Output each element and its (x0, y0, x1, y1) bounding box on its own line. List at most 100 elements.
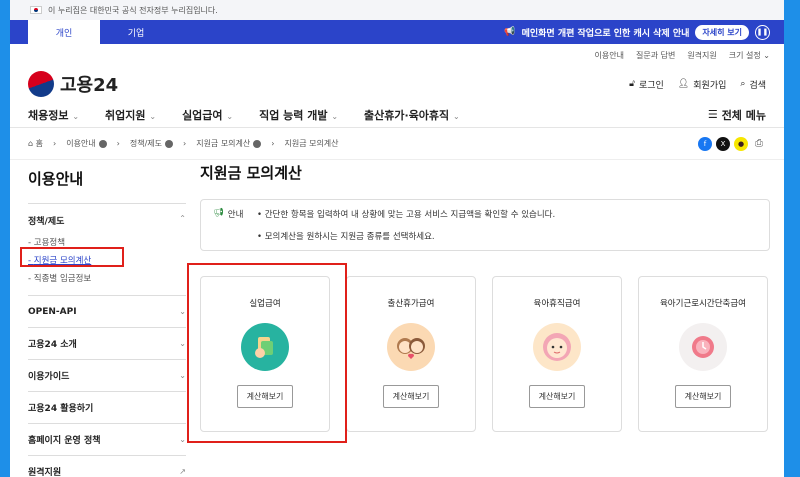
util-size-link[interactable]: 크기 설정 ⌄ (729, 50, 770, 61)
logo-text: 고용24 (60, 75, 119, 96)
site-logo[interactable]: 고용24 (28, 71, 118, 97)
join-button[interactable]: 👤︎ 회원가입 (678, 78, 727, 91)
calculate-button[interactable]: 계산해보기 (528, 385, 586, 408)
hamburger-icon: ☰ (707, 108, 718, 121)
breadcrumb-guide[interactable]: 이용안내 (66, 138, 107, 149)
sidebar-item-label: 고용24 활용하기 (28, 404, 94, 414)
util-qna-link[interactable]: 질문과 답변 (636, 50, 675, 61)
sidebar-sub-simulation[interactable]: - 지원금 모의계산 (20, 247, 186, 269)
nav-employment-support[interactable]: 취업지원 ⌄ (105, 107, 156, 123)
nav-unemployment[interactable]: 실업급여 ⌄ (182, 107, 233, 123)
facebook-icon[interactable]: f (698, 136, 712, 151)
nav-jobs[interactable]: 채용정보 ⌄ (28, 107, 79, 123)
gov-banner: 이 누리집은 대한민국 공식 전자정부 누리집입니다. (10, 0, 784, 20)
print-icon[interactable]: ⎙ (752, 136, 766, 151)
search-icon: ⌕ (740, 79, 746, 89)
info-line: • 모의계산을 원하시는 지원금 종류를 선택하세요. (257, 232, 435, 242)
sidebar-item-openapi[interactable]: OPEN-API ⌄ (28, 296, 186, 328)
home-icon: ⌂ (28, 139, 34, 148)
sidebar-group-head[interactable]: 정책/제도 ⌃ (28, 214, 186, 227)
nav-training-label: 직업 능력 개발 (259, 108, 328, 122)
breadcrumb-home[interactable]: ⌂ 홈 (28, 138, 43, 149)
info-label: 📢︎ 안내 (213, 208, 257, 242)
util-guide-link[interactable]: 이용안내 (595, 50, 624, 61)
main-content: 지원금 모의계산 📢︎ 안내 • 간단한 항목을 입력하여 내 상황에 맞는 고… (187, 160, 770, 443)
util-remote-link[interactable]: 원격지원 (687, 50, 716, 61)
join-label: 회원가입 (693, 80, 727, 91)
utility-links: 이용안내 질문과 답변 원격지원 크기 설정 ⌄ (10, 44, 784, 66)
info-line-text: 모의계산을 원하시는 지원금 종류를 선택하세요. (264, 232, 435, 242)
benefit-cards: 실업급여 계산해보기 출산휴가급여 계산해보기 육아휴직급여 계산해보기 육아기… (187, 263, 768, 443)
calculate-button[interactable]: 계산해보기 (674, 385, 732, 408)
login-label: 로그인 (638, 80, 664, 91)
card-unemployment: 실업급여 계산해보기 (187, 263, 347, 443)
sidebar-sub-wage[interactable]: - 직종별 임금정보 (28, 269, 186, 287)
card-title: 출산휴가급여 (387, 299, 435, 309)
breadcrumb-guide-label: 이용안내 (66, 139, 96, 148)
sidebar-item-label: 원격지원 (28, 468, 62, 477)
nav-training[interactable]: 직업 능력 개발 ⌄ (259, 107, 338, 123)
sidebar-item-label: OPEN-API (28, 306, 77, 317)
notice-bar: 📢 메인화면 개편 작업으로 인한 캐시 삭제 안내 자세히 보기 ❚❚ (504, 20, 784, 44)
sidebar-title: 이용안내 (28, 170, 84, 188)
card-title: 육아휴직급여 (533, 299, 581, 309)
card-title: 육아기근로시간단축급여 (659, 299, 747, 309)
search-label: 검색 (749, 80, 766, 91)
sidebar-item-usage[interactable]: 고용24 활용하기 (28, 392, 186, 424)
header: 고용24 🔓︎ 로그인 👤︎ 회원가입 ⌕ 검색 (10, 66, 784, 102)
nav-leave-label: 출산휴가·육아휴직 (364, 108, 450, 122)
external-link-icon: ↗ (179, 467, 186, 476)
card-reduced-hours: 육아기근로시간단축급여 계산해보기 (638, 276, 768, 432)
highlight-box (187, 263, 347, 443)
breadcrumb-policy[interactable]: 정책/제도 (130, 138, 173, 149)
dropdown-dot-icon (253, 139, 262, 148)
info-lines: • 간단한 항목을 입력하여 내 상황에 맞는 고용 서비스 지급액을 확인할 … (257, 208, 555, 242)
full-menu-button[interactable]: ☰ 전체 메뉴 (708, 107, 766, 123)
auth-links: 🔓︎ 로그인 👤︎ 회원가입 ⌕ 검색 (629, 78, 766, 91)
tab-business[interactable]: 기업 (100, 20, 172, 44)
breadcrumb-current: 지원금 모의계산 (284, 139, 339, 148)
breadcrumb-policy-label: 정책/제도 (129, 139, 162, 148)
content-area: 이용안내 정책/제도 ⌃ - 고용정책 - 지원금 모의계산 - 직종별 임금정… (10, 160, 784, 477)
nav-leave[interactable]: 출산휴가·육아휴직 ⌄ (364, 107, 460, 123)
card-maternity: 출산휴가급여 계산해보기 (346, 276, 476, 432)
login-button[interactable]: 🔓︎ 로그인 (629, 78, 664, 91)
main-nav: 채용정보 ⌄ 취업지원 ⌄ 실업급여 ⌄ 직업 능력 개발 ⌄ 출산휴가·육아휴… (10, 102, 784, 128)
sidebar-group-label: 정책/제도 (28, 217, 65, 227)
chevron-up-icon: ⌃ (179, 214, 186, 223)
chevron-down-icon: ⌄ (453, 111, 460, 121)
taegeuk-logo-icon (28, 71, 54, 97)
chevron-down-icon: ⌄ (331, 111, 339, 121)
full-menu-label: 전체 메뉴 (721, 108, 766, 122)
chevron-down-icon: ⌄ (179, 371, 186, 380)
kakao-icon[interactable]: ● (734, 136, 748, 151)
korea-flag-icon (30, 6, 42, 14)
chevron-down-icon: ⌄ (179, 307, 186, 316)
nav-jobs-label: 채용정보 (28, 108, 69, 122)
top-bar: 개인 기업 📢 메인화면 개편 작업으로 인한 캐시 삭제 안내 자세히 보기 … (10, 20, 784, 44)
sidebar: 이용안내 정책/제도 ⌃ - 고용정책 - 지원금 모의계산 - 직종별 임금정… (20, 160, 186, 477)
sidebar-item-remote[interactable]: 원격지원 ↗ (28, 456, 186, 477)
breadcrumb-sep-icon: › (116, 139, 120, 148)
pause-icon[interactable]: ❚❚ (755, 24, 770, 40)
notice-text[interactable]: 메인화면 개편 작업으로 인한 캐시 삭제 안내 (522, 26, 690, 39)
breadcrumb-home-label: 홈 (35, 139, 43, 148)
share-icons: f X ● ⎙ (698, 136, 766, 151)
page-title: 지원금 모의계산 (200, 164, 302, 182)
calculate-button[interactable]: 계산해보기 (382, 385, 440, 408)
info-label-text: 안내 (227, 210, 244, 220)
tab-personal[interactable]: 개인 (28, 20, 100, 44)
megaphone-icon: 📢 (504, 27, 516, 37)
notice-detail-button[interactable]: 자세히 보기 (695, 24, 749, 40)
breadcrumb-sim[interactable]: 지원금 모의계산 (196, 138, 262, 149)
sidebar-item-operation[interactable]: 홈페이지 운영 정책 ⌄ (28, 424, 186, 456)
sidebar-item-label: 홈페이지 운영 정책 (28, 436, 101, 446)
x-icon[interactable]: X (716, 136, 730, 151)
breadcrumb-sep-icon: › (183, 139, 187, 148)
breadcrumb-sep-icon: › (271, 139, 275, 148)
sidebar-item-about[interactable]: 고용24 소개 ⌄ (28, 328, 186, 360)
breadcrumb: ⌂ 홈 › 이용안내 › 정책/제도 › 지원금 모의계산 › 지원금 모의계산… (10, 128, 784, 160)
sidebar-item-guide[interactable]: 이용가이드 ⌄ (28, 360, 186, 392)
baby-icon (533, 323, 581, 371)
search-button[interactable]: ⌕ 검색 (740, 78, 766, 91)
